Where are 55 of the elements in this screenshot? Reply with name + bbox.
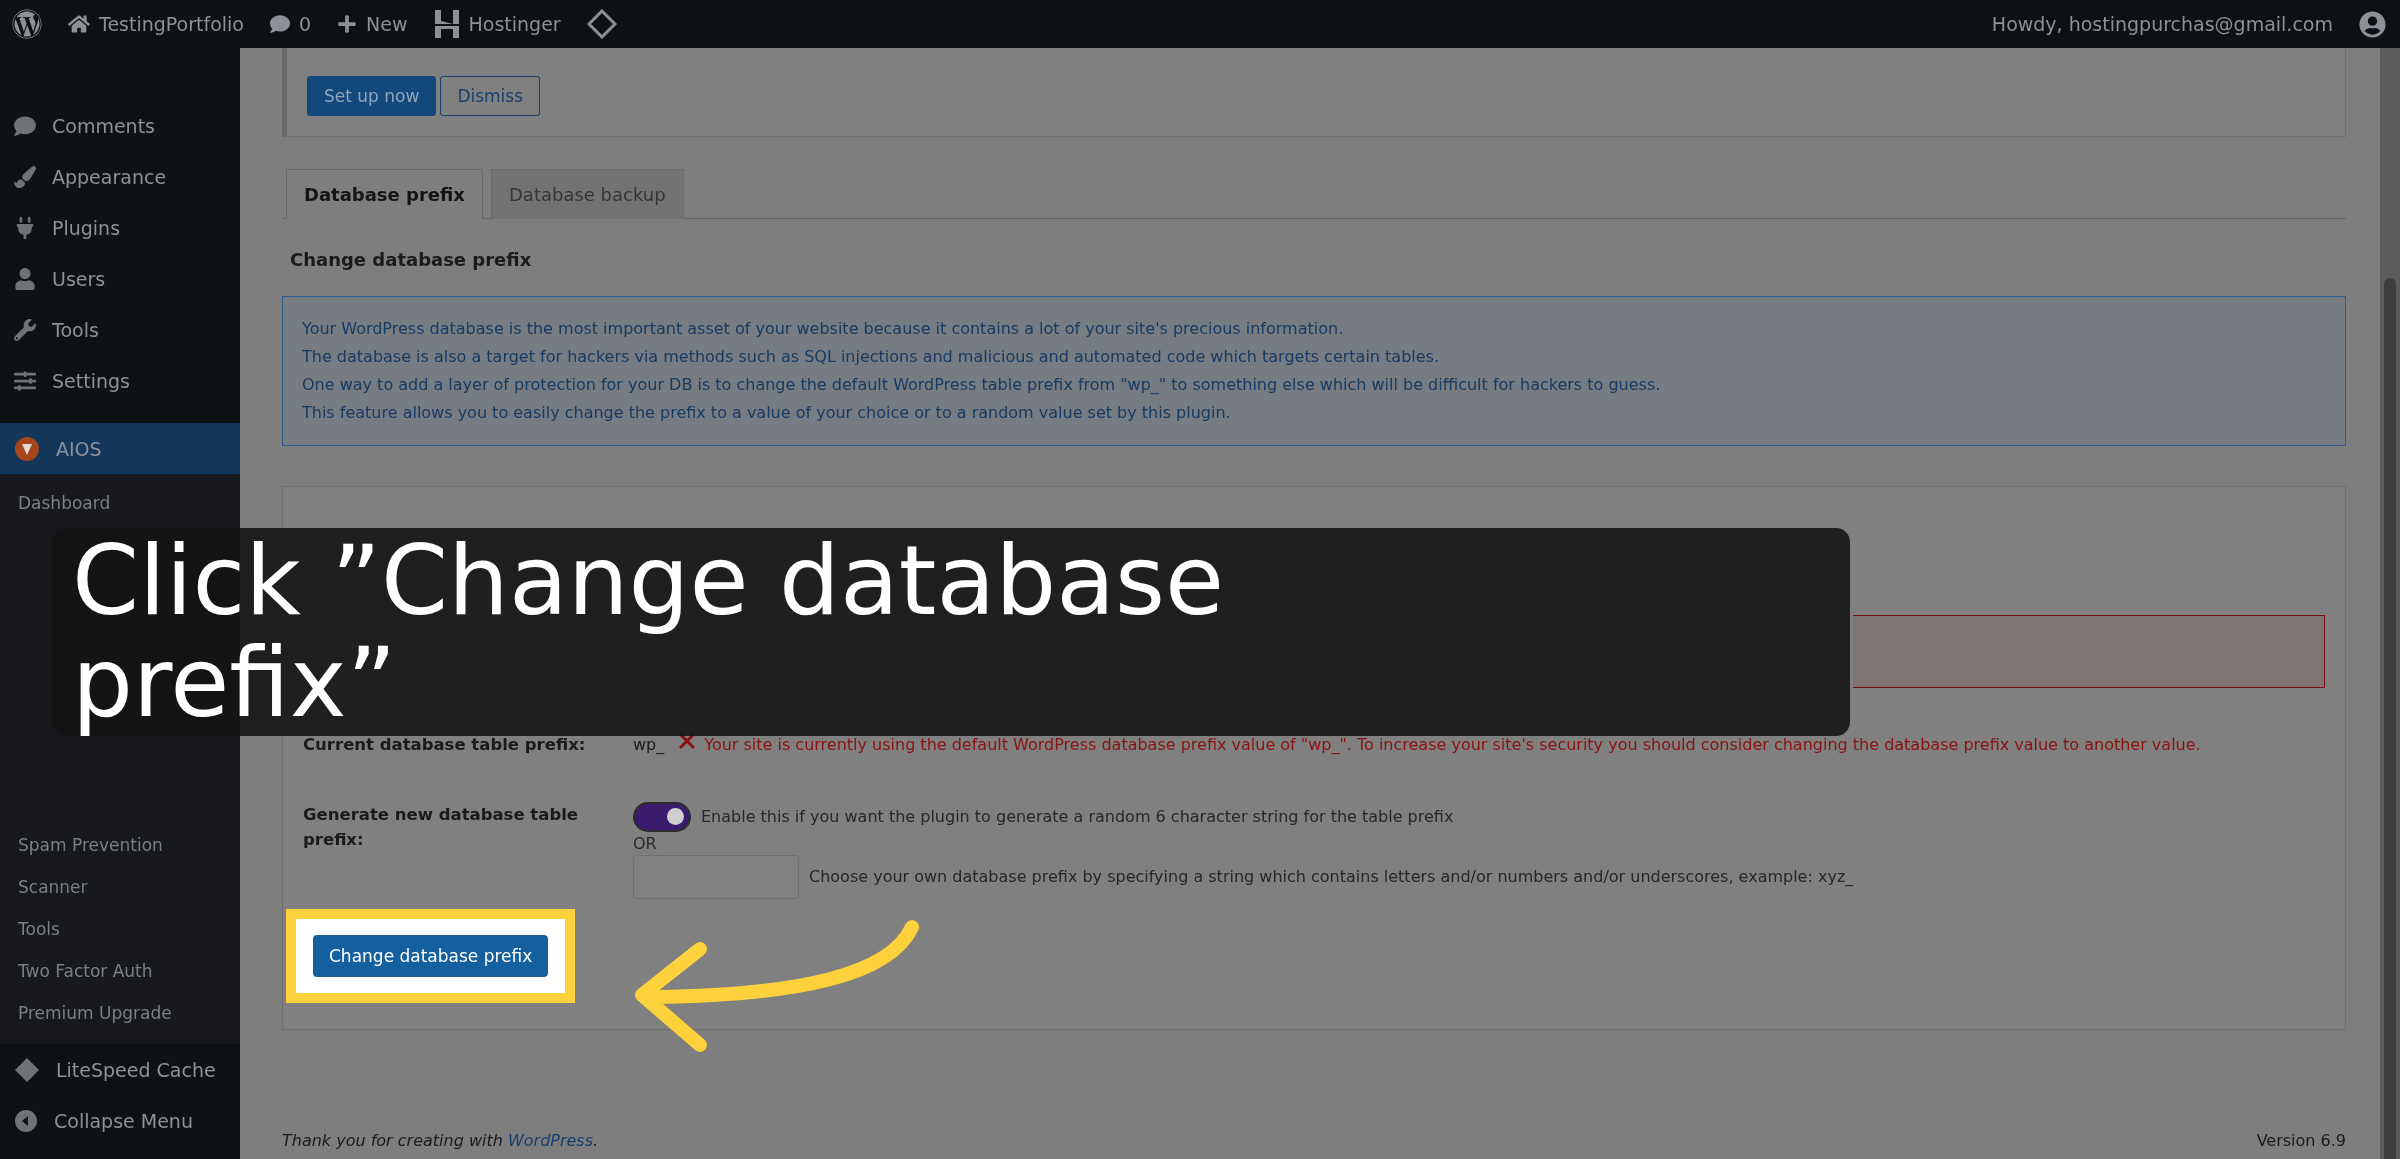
- sidebar-item[interactable]: Collapse Menu: [0, 1095, 240, 1146]
- submenu-item[interactable]: Spam Prevention: [0, 824, 240, 866]
- info-text: Your WordPress database is the most important asset of your website because it contains a lot of your site's precious information.: [302, 319, 1345, 339]
- field-label: Current database table prefix:: [303, 735, 587, 756]
- diamond-icon[interactable]: [586, 9, 617, 39]
- change-prefix-button[interactable]: Change database prefix: [313, 934, 549, 977]
- wordpress-logo-icon[interactable]: [12, 9, 42, 39]
- version-text: Version 6.9: [2256, 1130, 2346, 1152]
- scrollbar-thumb[interactable]: [2384, 278, 2396, 1159]
- info-text: This feature allows you to easily change the prefix to a value of your choice or to a random value set by this plugin.: [302, 403, 1232, 423]
- account-greeting[interactable]: Howdy, hostingpurchas@gmail.com: [1991, 13, 2333, 35]
- submenu-item[interactable]: Dashboard: [0, 482, 240, 524]
- wrench-icon: [14, 318, 36, 341]
- info-text: One way to add a layer of protection for your DB is to change the default WordPress table prefix from "wp_" to something else which will be difficult for hackers to guess.: [302, 375, 1662, 395]
- submenu-item[interactable]: Scanner: [0, 866, 240, 908]
- new-link[interactable]: New: [366, 13, 408, 35]
- sidebar-item[interactable]: AIOS: [0, 423, 240, 474]
- or-text: OR: [633, 833, 658, 853]
- sidebar-item[interactable]: Tools: [0, 304, 240, 355]
- toggle-label: Enable this if you want the plugin to generate a random 6 character string for the table prefix: [701, 807, 1454, 827]
- sidebar-item[interactable]: Appearance: [0, 151, 240, 202]
- sidebar-item[interactable]: Plugins: [0, 202, 240, 253]
- hostinger-logo-icon[interactable]: [433, 9, 460, 39]
- section-title: Change database prefix: [290, 249, 533, 270]
- comment-count[interactable]: 0: [298, 13, 312, 35]
- setup-button[interactable]: Set up now: [307, 76, 437, 116]
- user-icon: [14, 267, 36, 290]
- avatar-icon[interactable]: [2359, 10, 2386, 38]
- plug-icon: [14, 216, 36, 239]
- field-label: Generate new database table prefix:: [303, 803, 580, 852]
- submenu-item[interactable]: Two Factor Auth: [0, 950, 240, 992]
- sidebar-item[interactable]: LiteSpeed Cache: [0, 1044, 240, 1095]
- info-text: The database is also a target for hackers via methods such as SQL injections and malicious and automated code which targets certain tables.: [302, 347, 1441, 367]
- comment-icon[interactable]: [269, 14, 290, 34]
- home-icon[interactable]: [68, 13, 90, 35]
- submenu-item[interactable]: Tools: [0, 908, 240, 950]
- collapse-icon: [14, 1108, 38, 1133]
- sidebar-item[interactable]: Settings: [0, 355, 240, 406]
- site-name-link[interactable]: TestingPortfolio: [99, 13, 244, 35]
- submenu-item[interactable]: Premium Upgrade: [0, 992, 240, 1034]
- comment-icon: [14, 114, 36, 137]
- footer-text: Thank you for creating with WordPress.: [282, 1130, 599, 1152]
- prefix-value: wp_: [633, 735, 665, 754]
- warning-text: Your site is currently using the default WordPress database prefix value of "wp_". To increase your site's security you should consider changing the database prefix value to another value.: [704, 735, 2201, 754]
- sidebar-item[interactable]: Comments: [0, 100, 240, 151]
- sliders-icon: [14, 369, 36, 392]
- paintbrush-icon: [14, 165, 36, 188]
- hostinger-link[interactable]: Hostinger: [468, 13, 561, 35]
- diamond-icon: [14, 1056, 40, 1083]
- hint-text: Choose your own database prefix by specifying a string which contains letters and/or numbers and/or underscores, example: xyz_: [809, 867, 1854, 887]
- plus-icon[interactable]: [337, 14, 358, 34]
- tab[interactable]: Database prefix: [286, 169, 483, 219]
- toggle-switch[interactable]: [633, 801, 691, 832]
- caption-text: Click ”Change database prefix”: [72, 530, 1225, 734]
- sidebar-item[interactable]: Users: [0, 253, 240, 304]
